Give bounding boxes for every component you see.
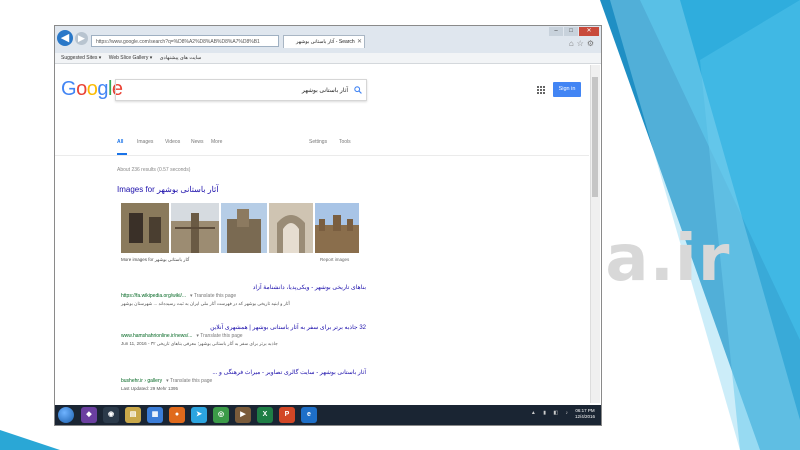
close-button[interactable]: ✕ <box>579 27 599 36</box>
telegram-icon[interactable]: ➤ <box>191 407 207 423</box>
translate-link[interactable]: ▾ Translate this page <box>190 293 236 299</box>
more-images-link[interactable]: More images for آثار باستانی بوشهر <box>121 257 189 263</box>
tabs-divider <box>55 155 589 156</box>
images-heading[interactable]: Images for آثار باستانی بوشهر <box>117 185 219 194</box>
result-url: https://fa.wikipedia.org/wiki/... <box>121 293 187 299</box>
powerpoint-icon[interactable]: P <box>279 407 295 423</box>
apps-grid-icon[interactable] <box>537 86 545 94</box>
translate-link[interactable]: ▾ Translate this page <box>196 333 242 339</box>
tab-google-search[interactable]: آثار باستانی بوشهر - Search ✕ <box>283 35 365 48</box>
search-result: بناهای تاریخی بوشهر - ویکی‌پدیا، دانشنام… <box>121 284 366 308</box>
thumb-image-1[interactable] <box>121 203 169 253</box>
tab-images[interactable]: Images <box>137 139 153 145</box>
result-stats: About 236 results (0.57 seconds) <box>117 167 191 173</box>
search-result: 32 جاذبه برتر برای سفر به آثار باستانی ب… <box>121 324 366 348</box>
favorite-suggested-sites[interactable]: Suggested Sites ▾ <box>61 55 101 61</box>
explorer-icon[interactable]: ▤ <box>125 407 141 423</box>
windows-taskbar: ◆ ◉ ▤ ▦ ● ➤ ◎ ▶ X P e ▲ ▮ ◧ ♪ 06:17 PM 1… <box>55 405 601 425</box>
tab-videos[interactable]: Videos <box>165 139 180 145</box>
taskbar-clock[interactable]: 06:17 PM 12/4/2016 <box>575 408 595 420</box>
translate-link[interactable]: ▾ Translate this page <box>166 378 212 384</box>
sign-in-button[interactable]: Sign in <box>553 82 581 97</box>
result-url: bushehr.ir › gallery <box>121 378 163 384</box>
result-title[interactable]: 32 جاذبه برتر برای سفر به آثار باستانی ب… <box>121 324 366 331</box>
ie-icon[interactable]: e <box>301 407 317 423</box>
favorite-web-slice[interactable]: Web Slice Gallery ▾ <box>109 55 153 61</box>
browser-screenshot: ◀ ▶ https://www.google.com/search?q=%D8%… <box>54 25 602 426</box>
media-icon[interactable]: ▶ <box>235 407 251 423</box>
tab-all[interactable]: All <box>117 139 123 145</box>
thumb-image-2[interactable] <box>171 203 219 253</box>
search-result: آثار باستانی بوشهر - سایت گالری تصاویر -… <box>121 369 366 393</box>
tab-news[interactable]: News <box>191 139 204 145</box>
back-arrow-icon[interactable]: ◀ <box>57 30 73 46</box>
google-logo[interactable]: Google <box>61 78 123 101</box>
result-snippet: آثار و ابنیه تاریخی بوشهر که در فهرست آث… <box>121 301 290 306</box>
thumb-image-5[interactable] <box>315 203 359 253</box>
start-icon[interactable] <box>58 407 74 423</box>
favorite-persian-sites[interactable]: سایت های پیشنهادی <box>160 55 202 61</box>
excel-icon[interactable]: X <box>257 407 273 423</box>
vertical-scrollbar[interactable] <box>590 65 600 403</box>
tab-tools[interactable]: Tools <box>339 139 351 145</box>
search-input[interactable]: آثار باستانی بوشهر <box>115 79 367 101</box>
minimize-button[interactable]: – <box>549 27 563 36</box>
tab-close-icon[interactable]: ✕ <box>357 36 362 48</box>
result-snippet: Last Updated: 29 Mehr 1395 <box>121 386 179 391</box>
scrollbar-thumb[interactable] <box>592 77 598 197</box>
steam-icon[interactable]: ◉ <box>103 407 119 423</box>
dopus-icon[interactable]: ▦ <box>147 407 163 423</box>
browser-tabbar: ◀ ▶ https://www.google.com/search?q=%D8%… <box>55 26 601 53</box>
result-title[interactable]: آثار باستانی بوشهر - سایت گالری تصاویر -… <box>121 369 366 376</box>
image-strip <box>121 203 361 253</box>
result-date: Jun 11, 2016 - <box>121 341 150 346</box>
result-title[interactable]: بناهای تاریخی بوشهر - ویکی‌پدیا، دانشنام… <box>121 284 366 291</box>
report-images-link[interactable]: Report images <box>320 257 349 262</box>
thumb-image-3[interactable] <box>221 203 267 253</box>
chrome-icon[interactable]: ◎ <box>213 407 229 423</box>
tab-title: آثار باستانی بوشهر - Search <box>296 39 355 45</box>
vs-icon[interactable]: ◆ <box>81 407 97 423</box>
result-url: www.hamshahrionline.ir/news/... <box>121 333 193 339</box>
window-controls: – □ ✕ <box>549 27 599 36</box>
tab-more[interactable]: More <box>211 139 222 145</box>
search-query: آثار باستانی بوشهر <box>301 88 348 94</box>
tab-settings[interactable]: Settings <box>309 139 327 145</box>
search-tabs: All Images Videos News More Settings Too… <box>117 139 377 151</box>
address-bar[interactable]: https://www.google.com/search?q=%D8%A2%D… <box>91 35 279 47</box>
home-star-gear-icons[interactable]: ⌂☆⚙ <box>569 39 597 48</box>
search-icon[interactable] <box>354 86 362 94</box>
thumb-image-4[interactable] <box>269 203 313 253</box>
clock-date: 12/4/2016 <box>574 414 595 419</box>
system-tray-icons[interactable]: ▲ ▮ ◧ ♪ <box>531 410 571 416</box>
result-snippet: ۳۲ جاذبه برتر برای سفر به آثار باستانی ب… <box>150 341 278 346</box>
maximize-button[interactable]: □ <box>564 27 578 36</box>
forward-arrow-icon[interactable]: ▶ <box>75 32 88 45</box>
firefox-icon[interactable]: ● <box>169 407 185 423</box>
google-results-page: Google آثار باستانی بوشهر Sign in All Im… <box>55 64 589 404</box>
favorites-bar: Suggested Sites ▾ Web Slice Gallery ▾ سا… <box>55 53 601 64</box>
